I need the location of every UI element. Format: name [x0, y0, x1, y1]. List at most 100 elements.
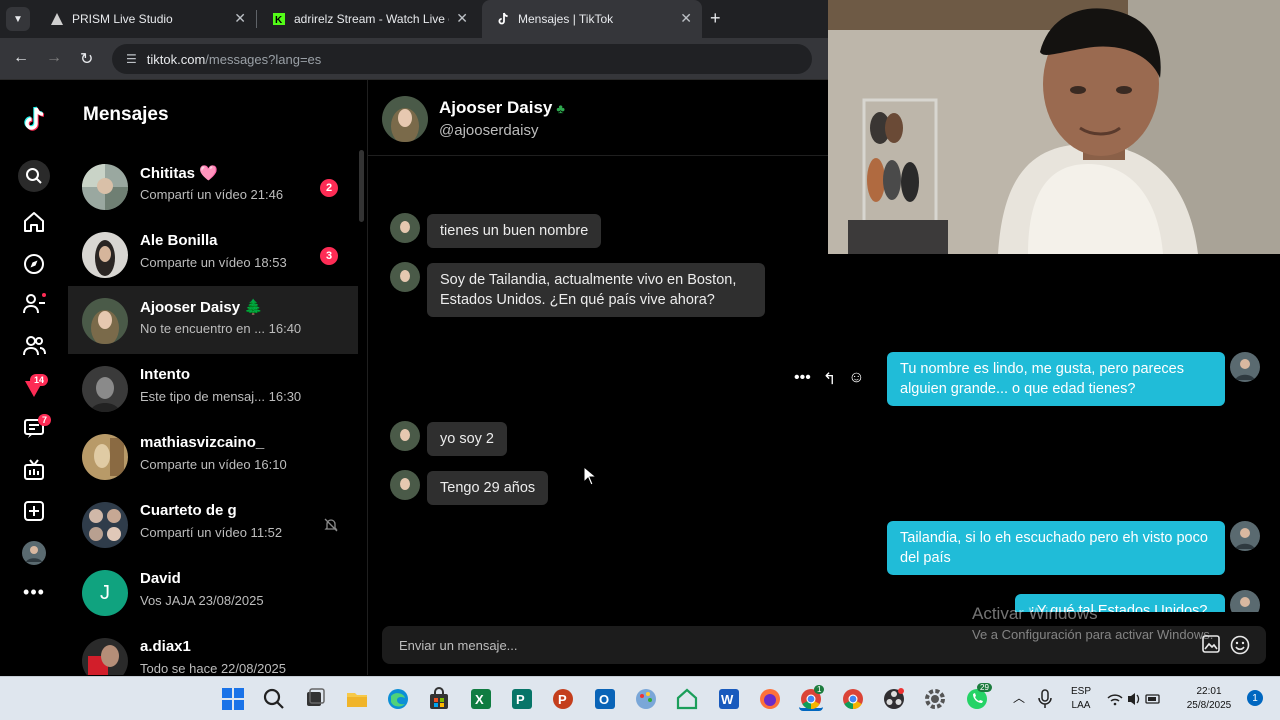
- excel-icon[interactable]: X: [469, 687, 493, 711]
- incoming-message[interactable]: Soy de Tailandia, actualmente vivo en Bo…: [427, 263, 765, 317]
- outgoing-message[interactable]: Tu nombre es lindo, me gusta, pero parec…: [887, 352, 1225, 406]
- tray-overflow-icon[interactable]: ︿: [1013, 691, 1025, 705]
- conversation-item[interactable]: mathiasvizcaino_ Comparte un vídeo 16:10: [68, 422, 358, 490]
- svg-text:W: W: [721, 692, 734, 707]
- tab-kick-stream[interactable]: K adrirelz Stream - Watch Live on ✕: [258, 0, 478, 38]
- message-actions: ••• ↰ ☺: [794, 369, 865, 389]
- contact-handle: @ajooserdaisy: [439, 122, 539, 139]
- kick-favicon-icon: K: [272, 12, 286, 26]
- conversation-item[interactable]: Ale Bonilla Comparte un vídeo 18:53 3: [68, 220, 358, 288]
- task-view-icon[interactable]: [303, 687, 327, 711]
- home-app-icon[interactable]: [675, 687, 699, 711]
- avatar-initial: J: [82, 570, 128, 616]
- avatar: [82, 366, 128, 412]
- outgoing-message[interactable]: Tailandia, si lo eh escuchado pero eh vi…: [887, 521, 1225, 575]
- close-icon[interactable]: ✕: [234, 10, 246, 27]
- url-field[interactable]: ☰ tiktok.com /messages?lang=es: [112, 44, 812, 74]
- tiktok-logo-icon[interactable]: [20, 106, 48, 134]
- edge-icon[interactable]: [386, 687, 410, 711]
- friends-icon[interactable]: [20, 332, 48, 360]
- contact-avatar[interactable]: [382, 96, 428, 142]
- url-path: /messages?lang=es: [205, 51, 322, 67]
- conversation-name: Cuarteto de g: [140, 502, 237, 519]
- incoming-message[interactable]: Tengo 29 años: [427, 471, 549, 505]
- store-icon[interactable]: [427, 687, 451, 711]
- forward-arrow-icon[interactable]: →: [46, 49, 62, 67]
- word-icon[interactable]: W: [717, 687, 741, 711]
- incoming-message[interactable]: tienes un buen nombre: [427, 214, 602, 248]
- conversation-item[interactable]: a.diax1 Todo se hace 22/08/2025: [68, 626, 358, 675]
- clock-date: 25/8/2025: [1186, 700, 1232, 711]
- upload-icon[interactable]: [20, 497, 48, 525]
- profile-avatar[interactable]: [20, 539, 48, 567]
- system-tray-icons[interactable]: [1106, 689, 1162, 709]
- new-tab-icon[interactable]: +: [710, 8, 721, 29]
- following-icon[interactable]: [20, 290, 48, 318]
- live-icon[interactable]: [20, 456, 48, 484]
- firefox-icon[interactable]: [758, 687, 782, 711]
- reply-icon[interactable]: ↰: [823, 369, 836, 389]
- avatar: [82, 164, 128, 210]
- conversation-name: Chititas 🩷: [140, 165, 218, 182]
- watermark-subtitle: Ve a Configuración para activar Windows.: [972, 627, 1214, 642]
- reload-icon[interactable]: ↻: [80, 49, 93, 69]
- keyboard-layout: LAA: [1071, 700, 1091, 711]
- contact-name-text: Ajooser Daisy: [439, 98, 553, 117]
- tree-icon: ♣: [556, 101, 565, 116]
- back-arrow-icon[interactable]: ←: [13, 49, 29, 67]
- site-settings-icon[interactable]: ☰: [126, 52, 137, 66]
- contact-name[interactable]: Ajooser Daisy ♣: [439, 98, 565, 118]
- incoming-message[interactable]: yo soy 2: [427, 422, 507, 456]
- conversation-name: Ale Bonilla: [140, 232, 218, 249]
- conversation-item[interactable]: J David Vos JAJA 23/08/2025: [68, 558, 358, 626]
- activity-badge: 14: [30, 374, 49, 386]
- close-icon[interactable]: ✕: [680, 10, 692, 27]
- microphone-icon[interactable]: [1036, 689, 1054, 709]
- notification-count-badge[interactable]: 1: [1247, 690, 1263, 706]
- powerpoint-icon[interactable]: P: [551, 687, 575, 711]
- search-icon[interactable]: [262, 687, 286, 711]
- conversation-preview: Este tipo de mensaj... 16:30: [140, 389, 302, 404]
- tab-search-button[interactable]: ▼: [6, 7, 30, 31]
- search-icon[interactable]: [18, 160, 50, 192]
- conversation-preview: Compartí un vídeo 21:46: [140, 187, 284, 202]
- self-mini-avatar: [1230, 521, 1260, 551]
- clock[interactable]: 22:01 25/8/2025: [1178, 685, 1240, 713]
- explore-icon[interactable]: [20, 250, 48, 278]
- webcam-overlay: [828, 0, 1280, 254]
- self-mini-avatar: [1230, 590, 1260, 612]
- settings-gear-icon[interactable]: [923, 687, 947, 711]
- more-icon[interactable]: •••: [20, 578, 48, 606]
- close-icon[interactable]: ✕: [456, 10, 468, 27]
- watermark-title: Activar Windows: [972, 604, 1098, 623]
- react-emoji-icon[interactable]: ☺: [848, 369, 864, 389]
- tab-tiktok-messages[interactable]: Mensajes | TikTok ✕: [482, 0, 702, 38]
- file-explorer-icon[interactable]: [345, 687, 369, 711]
- chrome-profile-icon[interactable]: [841, 687, 865, 711]
- language-indicator[interactable]: ESP LAA: [1066, 685, 1096, 713]
- avatar: [82, 502, 128, 548]
- home-icon[interactable]: [20, 208, 48, 236]
- conversation-list-scrollbar[interactable]: [359, 150, 364, 222]
- conversation-item-selected[interactable]: Ajooser Daisy 🌲 No te encuentro en ... 1…: [68, 286, 358, 354]
- language-code: ESP: [1070, 686, 1091, 697]
- conversation-item[interactable]: Intento Este tipo de mensaj... 16:30: [68, 354, 358, 422]
- outlook-icon[interactable]: O: [593, 687, 617, 711]
- conversation-item[interactable]: Cuarteto de g Compartí un vídeo 11:52: [68, 490, 358, 558]
- clock-time: 22:01: [1196, 686, 1222, 697]
- conversation-name: David: [140, 570, 181, 587]
- windows-taskbar: X P P O W 1 29 ︿ ESP LAA 22:01 25/8/2025: [0, 676, 1280, 720]
- avatar: [82, 232, 128, 278]
- emoji-icon[interactable]: [1230, 635, 1250, 660]
- publisher-icon[interactable]: P: [510, 687, 534, 711]
- svg-text:O: O: [599, 692, 609, 707]
- more-options-icon[interactable]: •••: [794, 369, 811, 389]
- windows-start-icon[interactable]: [221, 687, 245, 711]
- conversation-item[interactable]: Chititas 🩷 Compartí un vídeo 21:46 2: [68, 152, 358, 220]
- contact-mini-avatar: [390, 421, 420, 451]
- obs-icon[interactable]: [882, 687, 906, 711]
- paint-icon[interactable]: [634, 687, 658, 711]
- svg-text:P: P: [558, 692, 567, 707]
- tab-prism-live-studio[interactable]: PRISM Live Studio ✕: [36, 0, 256, 38]
- avatar: [82, 434, 128, 480]
